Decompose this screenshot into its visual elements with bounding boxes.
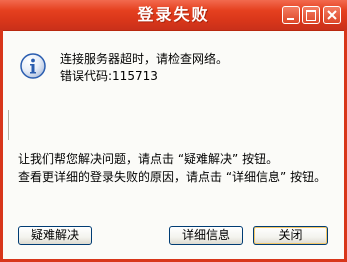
info-icon <box>20 53 46 79</box>
title-bar[interactable]: 登录失败 <box>0 0 347 31</box>
error-dialog: 登录失败 连接服务器超时，请检查网络。 错误代码:115713 让我们帮您解决问… <box>0 0 347 262</box>
maximize-icon[interactable] <box>302 6 320 24</box>
separator <box>8 110 9 140</box>
minimize-icon[interactable] <box>282 6 300 24</box>
error-code: 错误代码:115713 <box>60 69 158 83</box>
troubleshoot-button[interactable]: 疑难解决 <box>18 226 92 245</box>
close-icon[interactable] <box>323 6 341 24</box>
close-button[interactable]: 关闭 <box>253 226 328 245</box>
details-hint: 查看更详细的登录失败的原因，请点击 “详细信息” 按钮。 <box>18 170 327 184</box>
error-message: 连接服务器超时，请检查网络。 <box>60 52 229 66</box>
troubleshoot-hint: 让我们帮您解决问题，请点击 “疑难解决” 按钮。 <box>18 152 279 166</box>
details-button[interactable]: 详细信息 <box>169 226 243 245</box>
